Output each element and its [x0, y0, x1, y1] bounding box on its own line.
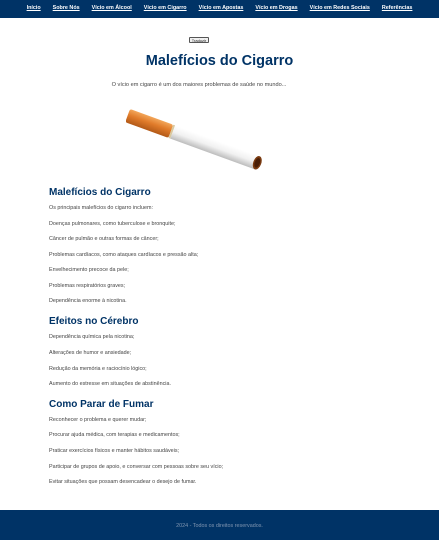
list-item: Problemas respiratórios graves;: [49, 283, 126, 289]
list-item: Envelhecimento precoce da pele;: [49, 267, 129, 273]
list-item: Dependência enorme à nicotina.: [49, 298, 127, 304]
list-item: Praticar exercícios físicos e manter háb…: [49, 448, 180, 454]
translate-button[interactable]: Traduzir: [189, 37, 209, 43]
list-item: Redução da memória e raciocínio lógico;: [49, 366, 147, 372]
list-item: Reconhecer o problema e querer mudar;: [49, 417, 147, 423]
list-item: Doenças pulmonares, como tuberculose e b…: [49, 221, 176, 227]
nav-link-inicio[interactable]: Início: [27, 0, 41, 17]
footer-copyright: 2024 - Todos os direitos reservados.: [176, 523, 263, 529]
list-item: Câncer de pulmão e outras formas de cânc…: [49, 236, 159, 242]
nav-link-vicio-drogas[interactable]: Vício em Drogas: [255, 0, 297, 17]
list-item: Evitar situações que possam desencadear …: [49, 479, 197, 485]
list-item: Os principais malefícios do cigarro incl…: [49, 205, 153, 211]
nav-link-vicio-apostas[interactable]: Vício em Apostas: [199, 0, 244, 17]
page-title: Malefícios do Cigarro: [145, 53, 294, 69]
nav-link-vicio-redes-sociais[interactable]: Vício em Redes Sociais: [310, 0, 370, 17]
section-title-maleficios: Malefícios do Cigarro: [49, 187, 151, 198]
cigarette-image: [125, 103, 276, 171]
list-item: Alterações de humor e ansiedade;: [49, 350, 132, 356]
nav-link-vicio-alcool[interactable]: Vício em Álcool: [92, 0, 132, 17]
intro-text: O vício em cigarro é um dos maiores prob…: [111, 82, 287, 88]
footer: 2024 - Todos os direitos reservados.: [0, 510, 439, 540]
top-navigation: Início Sobre Nós Vício em Álcool Vício e…: [0, 0, 439, 18]
nav-link-sobre-nos[interactable]: Sobre Nós: [53, 0, 80, 17]
list-item: Problemas cardíacos, como ataques cardía…: [49, 252, 199, 258]
list-item: Dependência química pela nicotina;: [49, 334, 135, 340]
list-item: Aumento do estresse em situações de abst…: [49, 381, 171, 387]
section-title-como-parar: Como Parar de Fumar: [49, 399, 154, 410]
nav-link-vicio-cigarro[interactable]: Vício em Cigarro: [144, 0, 187, 17]
section-title-efeitos-cerebro: Efeitos no Cérebro: [49, 316, 139, 327]
list-item: Participar de grupos de apoio, e convers…: [49, 464, 224, 470]
list-item: Procurar ajuda médica, com terapias e me…: [49, 432, 180, 438]
nav-link-referencias[interactable]: Referências: [382, 0, 413, 17]
